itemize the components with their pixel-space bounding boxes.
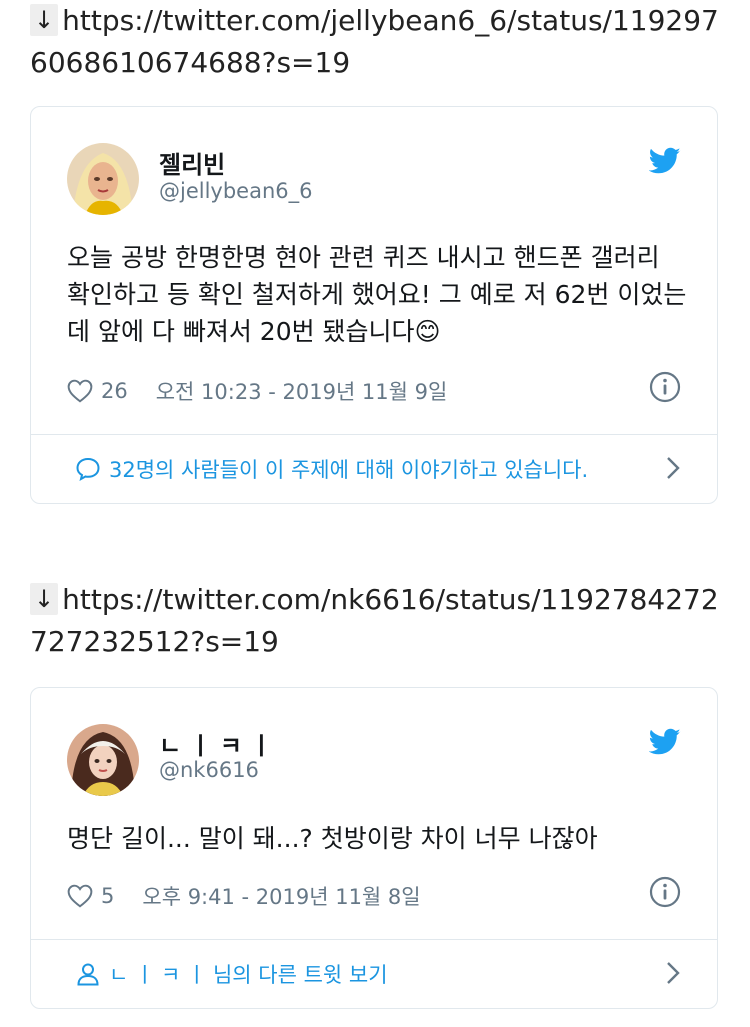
tweet-text: 명단 길이... 말이 돼...? 첫방이랑 차이 너무 나잖아 — [67, 824, 598, 853]
avatar-image — [67, 143, 139, 215]
tweet-meta: 26 오전 10:23 - 2019년 11월 9일 — [67, 371, 681, 411]
divider — [31, 434, 717, 435]
timestamp[interactable]: 오후 9:41 - 2019년 11월 8일 — [142, 881, 420, 911]
heart-icon[interactable] — [67, 884, 93, 908]
tweet-text-content: 오늘 공방 한명한명 현아 관련 퀴즈 내시고 핸드폰 갤러리 확인하고 등 확… — [67, 243, 687, 346]
like-count[interactable]: 26 — [101, 379, 128, 403]
tweet-url-2[interactable]: https://twitter.com/nk6616/status/119278… — [30, 583, 719, 658]
tweet-card-2[interactable]: ㄴ ㅣ ㅋ ㅣ @nk6616 명단 길이... 말이 돼...? 첫방이랑 차… — [30, 687, 718, 1009]
tweet-link-2[interactable]: ↓ https://twitter.com/nk6616/status/11927… — [30, 579, 720, 663]
speech-bubble-icon — [76, 457, 100, 481]
download-arrow-icon: ↓ — [30, 4, 59, 36]
person-icon — [77, 963, 99, 986]
tweet-link-1[interactable]: ↓ https://twitter.com/jellybean6_6/status… — [30, 0, 720, 84]
avatar[interactable] — [67, 724, 139, 796]
info-icon[interactable] — [649, 371, 681, 403]
chevron-right-icon[interactable] — [665, 960, 681, 986]
display-name[interactable]: ㄴ ㅣ ㅋ ㅣ — [159, 726, 272, 761]
like-count[interactable]: 5 — [101, 884, 114, 908]
tweet-card-1[interactable]: 젤리빈 @jellybean6_6 오늘 공방 한명한명 현아 관련 퀴즈 내시… — [30, 106, 718, 504]
tweet-url-1[interactable]: https://twitter.com/jellybean6_6/status/… — [30, 4, 719, 79]
avatar[interactable] — [67, 143, 139, 215]
twitter-bird-icon[interactable] — [649, 147, 681, 175]
display-name[interactable]: 젤리빈 — [159, 145, 225, 180]
heart-icon[interactable] — [67, 379, 93, 403]
more-tweets-link[interactable]: ㄴ ㅣ ㅋ ㅣ 님의 다른 트윗 보기 — [75, 956, 681, 992]
user-handle[interactable]: @jellybean6_6 — [159, 179, 313, 203]
timestamp[interactable]: 오전 10:23 - 2019년 11월 9일 — [156, 376, 448, 406]
info-icon[interactable] — [649, 876, 681, 908]
link-block-1: ↓ https://twitter.com/jellybean6_6/status… — [30, 0, 720, 84]
user-handle[interactable]: @nk6616 — [159, 758, 259, 782]
avatar-image — [67, 724, 139, 796]
chevron-right-icon[interactable] — [665, 455, 681, 481]
more-tweets-text[interactable]: ㄴ ㅣ ㅋ ㅣ 님의 다른 트윗 보기 — [109, 959, 388, 989]
conversation-text[interactable]: 32명의 사람들이 이 주제에 대해 이야기하고 있습니다. — [109, 454, 588, 484]
download-arrow-icon: ↓ — [30, 583, 59, 615]
tweet-meta: 5 오후 9:41 - 2019년 11월 8일 — [67, 876, 681, 916]
twitter-bird-icon[interactable] — [649, 728, 681, 756]
tweet-text: 오늘 공방 한명한명 현아 관련 퀴즈 내시고 핸드폰 갤러리 확인하고 등 확… — [67, 239, 687, 350]
conversation-link[interactable]: 32명의 사람들이 이 주제에 대해 이야기하고 있습니다. — [75, 451, 681, 487]
divider — [31, 939, 717, 940]
smiling-face-emoji: 😊 — [414, 317, 441, 346]
link-block-2: ↓ https://twitter.com/nk6616/status/11927… — [30, 579, 720, 663]
